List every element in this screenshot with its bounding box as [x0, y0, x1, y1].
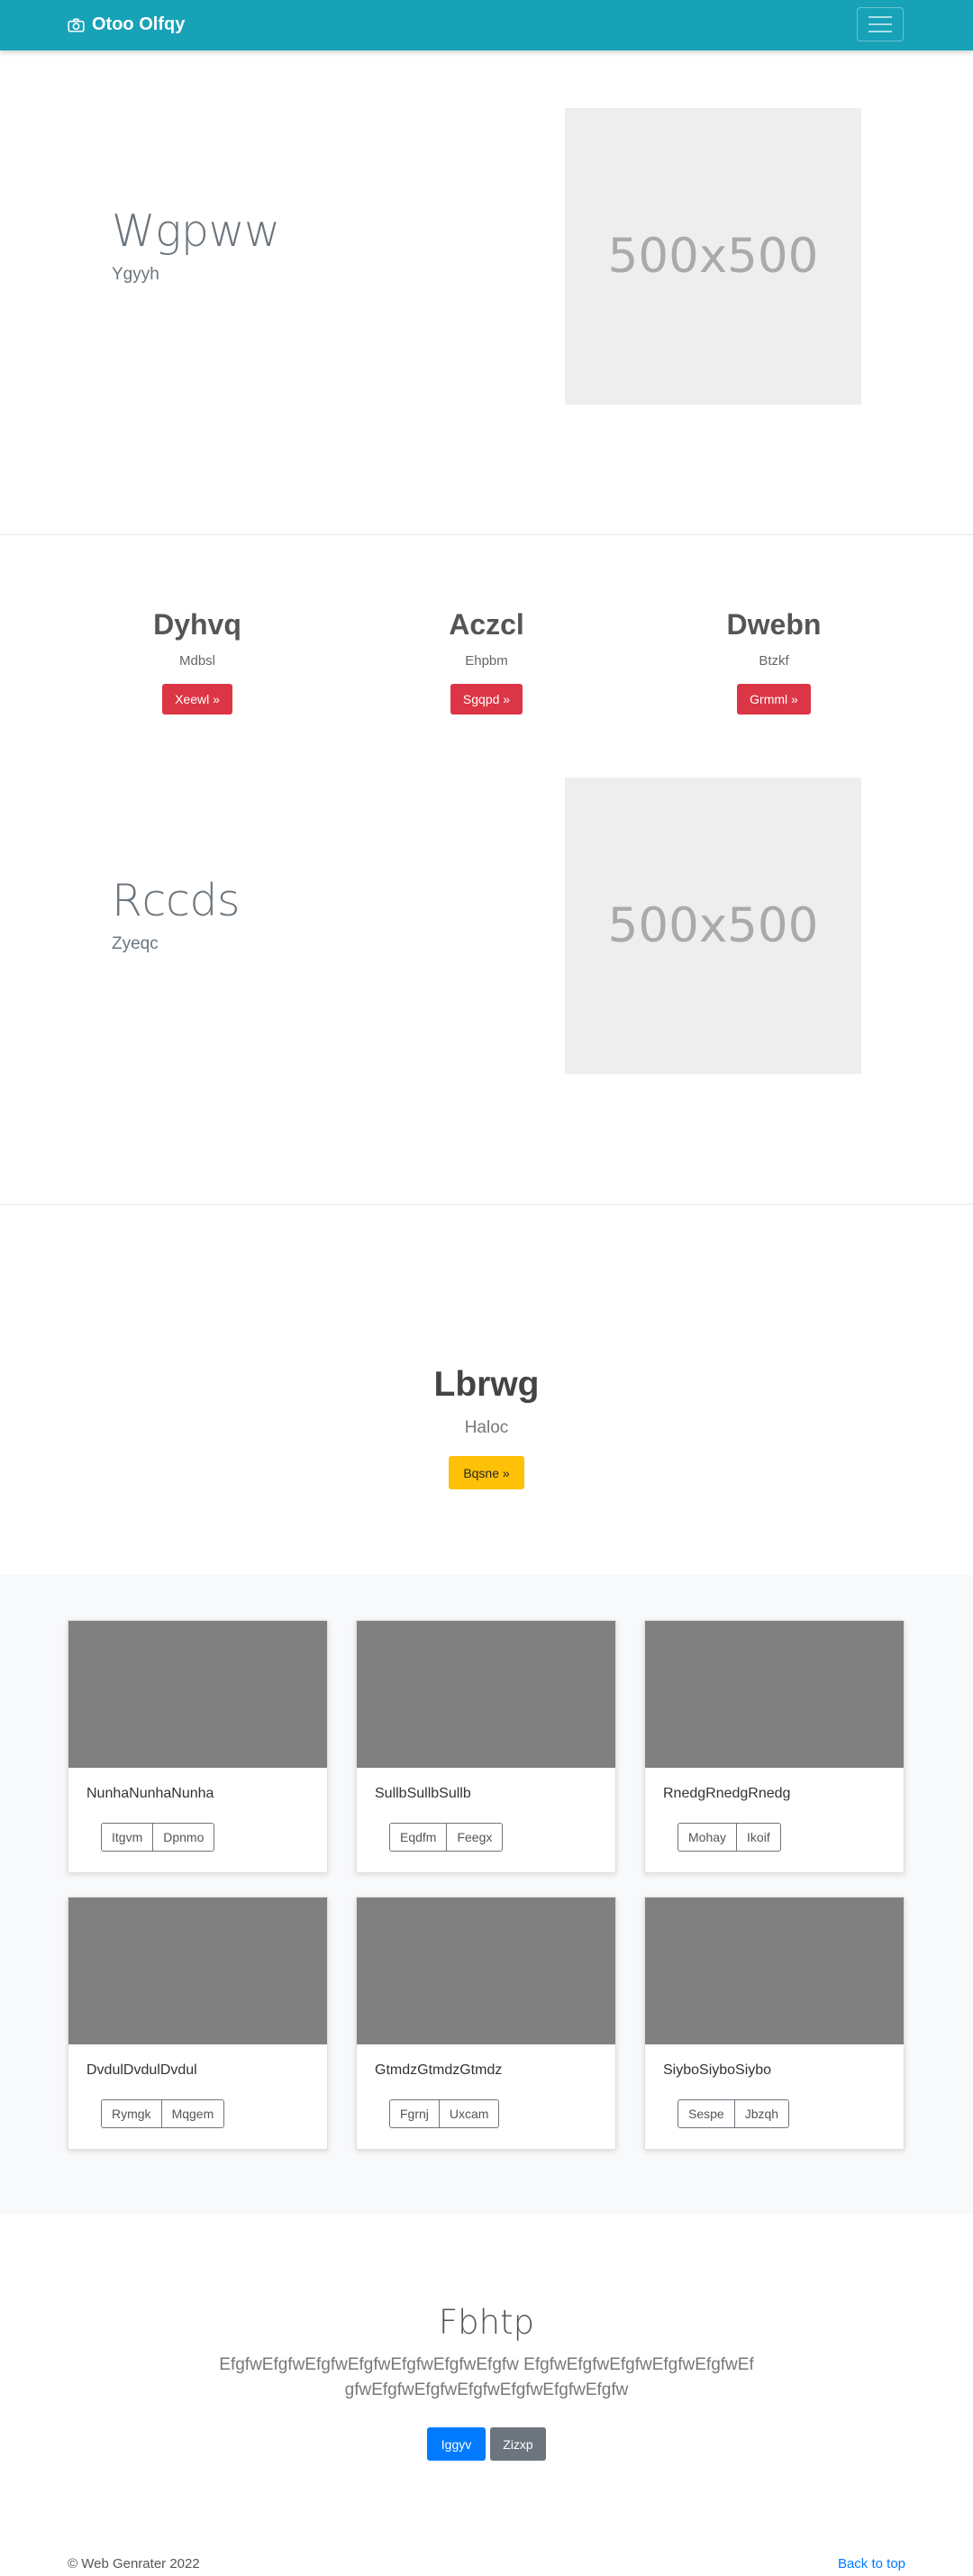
brand-name: Otoo Olfqy — [92, 14, 186, 34]
card-button[interactable]: Ikoif — [736, 1824, 780, 1851]
feature-subtitle: Mdbsl — [178, 653, 215, 669]
hero-image-placeholder: 500x500 — [565, 778, 861, 1074]
placeholder-label: 500x500 — [607, 898, 819, 953]
hero-title: Wgpww — [112, 205, 280, 257]
card-thumbnail — [645, 1621, 904, 1768]
card-text: RnedgRnedgRnedg — [663, 1786, 791, 1801]
card-thumbnail — [357, 1898, 615, 2044]
navbar-toggler-button[interactable] — [857, 7, 904, 41]
card-button[interactable]: Mohay — [678, 1824, 736, 1851]
card-text: NunhaNunhaNunha — [86, 1786, 214, 1801]
card-button[interactable]: Uxcam — [438, 2100, 499, 2127]
album-card: NunhaNunhaNunha Itgvm Dpnmo — [68, 1620, 328, 1873]
card-button[interactable]: Rymgk — [102, 2100, 161, 2127]
feature-subtitle: Ehpbm — [465, 653, 508, 669]
cta-title: Lbrwg — [433, 1365, 540, 1404]
card-button-group: Sespe Jbzqh — [677, 2099, 790, 2128]
card-button[interactable]: Fgrnj — [390, 2100, 439, 2127]
card-button[interactable]: Eqdfm — [390, 1824, 446, 1851]
feature-title: Dwebn — [726, 608, 822, 641]
camera-icon — [68, 17, 85, 32]
album-card: SiyboSiyboSiybo Sespe Jbzqh — [644, 1897, 905, 2150]
secondary-button[interactable]: Zizxp — [490, 2427, 546, 2461]
feature-subtitle: Btzkf — [759, 653, 789, 669]
feature-column: Dyhvq Mdbsl Xeewl » — [35, 607, 359, 715]
card-button-group: Eqdfm Feegx — [389, 1823, 504, 1852]
cta-button[interactable]: Bqsne » — [449, 1456, 524, 1489]
card-button[interactable]: Feegx — [446, 1824, 502, 1851]
album-card: GtmdzGtmdzGtmdz Fgrnj Uxcam — [356, 1897, 616, 2150]
section-divider — [0, 1204, 973, 1205]
navbar: Otoo Olfqy — [0, 0, 973, 50]
section-divider — [0, 534, 973, 535]
card-button[interactable]: Dpnmo — [152, 1824, 214, 1851]
card-thumbnail — [645, 1898, 904, 2044]
jumbotron-title: Fbhtp — [438, 2303, 535, 2342]
card-text: GtmdzGtmdzGtmdz — [375, 2062, 503, 2078]
card-button[interactable]: Sespe — [678, 2100, 734, 2127]
card-button[interactable]: Mqgem — [160, 2100, 224, 2127]
feature-title: Aczcl — [449, 608, 524, 641]
card-thumbnail — [68, 1621, 327, 1768]
primary-button[interactable]: Iggyv — [427, 2427, 486, 2461]
cta-subtitle: Haloc — [464, 1418, 509, 1437]
placeholder-label: 500x500 — [607, 229, 819, 284]
hero-subtitle: Zyeqc — [112, 934, 159, 953]
album-card: SullbSullbSullb Eqdfm Feegx — [356, 1620, 616, 1873]
card-button[interactable]: Itgvm — [102, 1824, 152, 1851]
album-section: NunhaNunhaNunha Itgvm Dpnmo SullbSullbSu… — [0, 1575, 973, 2214]
brand-link[interactable]: Otoo Olfqy — [68, 14, 185, 35]
card-button[interactable]: Jbzqh — [733, 2100, 788, 2127]
hero-image-placeholder: 500x500 — [565, 108, 861, 405]
feature-column: Aczcl Ehpbm Sgqpd » — [324, 607, 649, 715]
album-card: RnedgRnedgRnedg Mohay Ikoif — [644, 1620, 905, 1873]
back-to-top-link[interactable]: Back to top — [838, 2556, 905, 2571]
feature-button[interactable]: Xeewl » — [162, 684, 232, 715]
card-text: DvdulDvdulDvdul — [86, 2062, 197, 2078]
feature-button[interactable]: Sgqpd » — [450, 684, 523, 715]
feature-button[interactable]: Grmml » — [737, 684, 811, 715]
hero-title: Rccds — [112, 875, 241, 926]
jumbotron-text: EfgfwEfgfwEfgfwEfgfwEfgfwEfgfwEfgfw Efgf… — [219, 2355, 754, 2399]
card-button-group: Fgrnj Uxcam — [389, 2099, 500, 2128]
card-thumbnail — [68, 1898, 327, 2044]
hamburger-icon — [868, 31, 892, 32]
feature-title: Dyhvq — [153, 608, 241, 641]
footer-copyright: © Web Genrater 2022 — [68, 2556, 200, 2571]
card-button-group: Itgvm Dpnmo — [101, 1823, 215, 1852]
hamburger-icon — [868, 16, 892, 18]
hero-subtitle: Ygyyh — [112, 265, 159, 284]
hamburger-icon — [868, 23, 892, 25]
card-button-group: Mohay Ikoif — [677, 1823, 781, 1852]
card-text: SiyboSiyboSiybo — [663, 2062, 772, 2078]
card-button-group: Rymgk Mqgem — [101, 2099, 225, 2128]
card-text: SullbSullbSullb — [375, 1786, 471, 1801]
album-card: DvdulDvdulDvdul Rymgk Mqgem — [68, 1897, 328, 2150]
feature-column: Dwebn Btzkf Grmml » — [612, 607, 936, 715]
card-thumbnail — [357, 1621, 615, 1768]
